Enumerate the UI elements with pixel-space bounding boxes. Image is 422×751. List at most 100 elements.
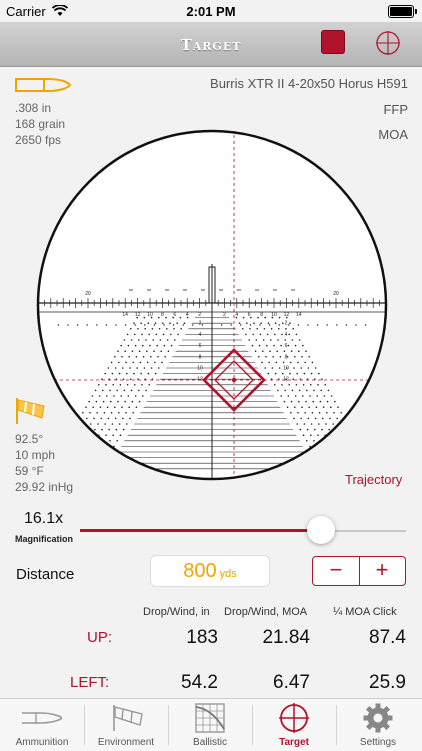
reticle-dot	[289, 322, 291, 324]
reticle-dot	[135, 406, 138, 409]
distance-stepper[interactable]: − +	[312, 556, 406, 586]
magnification-slider-thumb[interactable]	[307, 516, 336, 544]
reticle-label: 2	[223, 312, 226, 318]
reticle-dot	[291, 339, 294, 341]
bullet-icon[interactable]	[14, 77, 72, 93]
reticle-dot	[129, 367, 131, 369]
up-drop-moa: 21.84	[262, 627, 310, 648]
reticle-dot	[93, 417, 95, 420]
reticle-dot	[262, 350, 264, 352]
reticle-dot	[170, 333, 172, 336]
reticle-dot	[101, 428, 103, 431]
tab-environment[interactable]: Environment	[84, 699, 168, 751]
reticle-dot	[266, 344, 268, 347]
distance-decrement-button[interactable]: −	[313, 557, 359, 585]
reticle-dot	[337, 456, 339, 459]
reticle-dot	[88, 400, 90, 403]
reticle-dot	[280, 344, 282, 347]
reticle-dot	[119, 384, 122, 386]
reticle-dot	[300, 367, 303, 369]
target-square-button[interactable]	[321, 30, 345, 54]
reticle-dot	[131, 350, 134, 352]
reticle-dot	[115, 428, 118, 431]
reticle-dot	[122, 367, 124, 369]
reticle-dot	[147, 372, 150, 375]
reticle-dot	[123, 339, 126, 341]
reticle-dot	[169, 322, 171, 324]
reticle-dot	[307, 417, 310, 420]
reticle-dot	[95, 400, 98, 403]
reticle-dot	[274, 372, 277, 375]
reticle-dot	[283, 350, 286, 352]
reticle-dot	[134, 384, 136, 386]
reticle-dot	[366, 456, 368, 459]
reticle-dot	[246, 322, 248, 324]
scope-name[interactable]: Burris XTR II 4-20x50 Horus H591	[210, 76, 408, 91]
tab-ammunition[interactable]: Ammunition	[0, 699, 84, 751]
reticle-dot	[308, 406, 311, 409]
reticle-dot	[122, 378, 125, 380]
tab-ballistic[interactable]: Ballistic	[168, 699, 252, 751]
reticle-dot	[336, 324, 338, 326]
reticle-dot	[362, 451, 365, 453]
reticle-dot	[135, 356, 138, 358]
reticle-dot	[133, 322, 135, 324]
reticle-dot	[162, 322, 164, 324]
navigation-bar: Target	[0, 22, 422, 67]
reticle-dot	[307, 367, 310, 369]
tab-bar: Ammunition Environment Ballistic Target …	[0, 698, 422, 751]
reticle-dot	[264, 316, 266, 319]
reticle-dot	[118, 412, 120, 414]
reticle-dot	[138, 400, 141, 403]
distance-increment-button[interactable]: +	[359, 557, 405, 585]
reticle-dot	[326, 451, 329, 453]
reticle-dot	[349, 440, 351, 442]
trajectory-link[interactable]: Trajectory	[345, 472, 402, 487]
reticle-dot	[326, 400, 329, 403]
reticle-dot	[124, 400, 126, 403]
reticle-dot	[294, 395, 297, 397]
tab-target[interactable]: Target	[252, 699, 336, 751]
reticle-dot	[167, 350, 170, 352]
reticle-dot	[123, 389, 126, 392]
reticle-dot	[133, 372, 135, 375]
reticle-dot	[298, 400, 300, 403]
tab-settings[interactable]: Settings	[336, 699, 420, 751]
reticle-dot	[303, 423, 306, 425]
reticle-button-icon[interactable]	[375, 30, 401, 56]
reticle-dot	[98, 445, 101, 448]
reticle-dot	[154, 372, 157, 375]
distance-input[interactable]: 800 yds	[150, 555, 270, 587]
reticle-dot	[132, 361, 134, 364]
reticle-dot	[183, 322, 186, 324]
reticle-dot	[99, 406, 102, 409]
reticle-label: 8	[161, 312, 164, 318]
reticle-dot	[310, 372, 313, 375]
reticle-dot	[160, 350, 162, 352]
scope-reticle-view[interactable]: 2014121086422468101214202244668810101212	[36, 129, 388, 481]
reticle-dot	[126, 333, 129, 336]
row-label-up: UP:	[87, 629, 113, 646]
reticle-dot	[334, 400, 336, 403]
reticle-dot	[158, 367, 160, 369]
tab-label-environment: Environment	[97, 737, 155, 748]
reticle-dot	[298, 339, 301, 341]
reticle-dot	[99, 456, 102, 459]
reticle-dot	[282, 322, 284, 324]
reticle-dot	[278, 316, 281, 319]
magnification-slider-fill	[80, 529, 322, 532]
reticle-dot	[152, 339, 154, 341]
reticle-label: 6	[199, 343, 202, 349]
reticle-label: 4	[235, 312, 238, 318]
reticle-dot	[63, 456, 66, 459]
reticle-dot	[315, 456, 318, 459]
reticle-dot	[112, 434, 114, 437]
reticle-dot	[358, 468, 360, 470]
reticle-dot	[144, 324, 146, 326]
reticle-dot	[220, 324, 223, 326]
reticle-dot	[304, 361, 307, 364]
reticle-dot	[126, 384, 129, 386]
reticle-dot	[148, 384, 150, 386]
reticle-dot	[300, 417, 303, 420]
reticle-dot	[322, 417, 324, 420]
